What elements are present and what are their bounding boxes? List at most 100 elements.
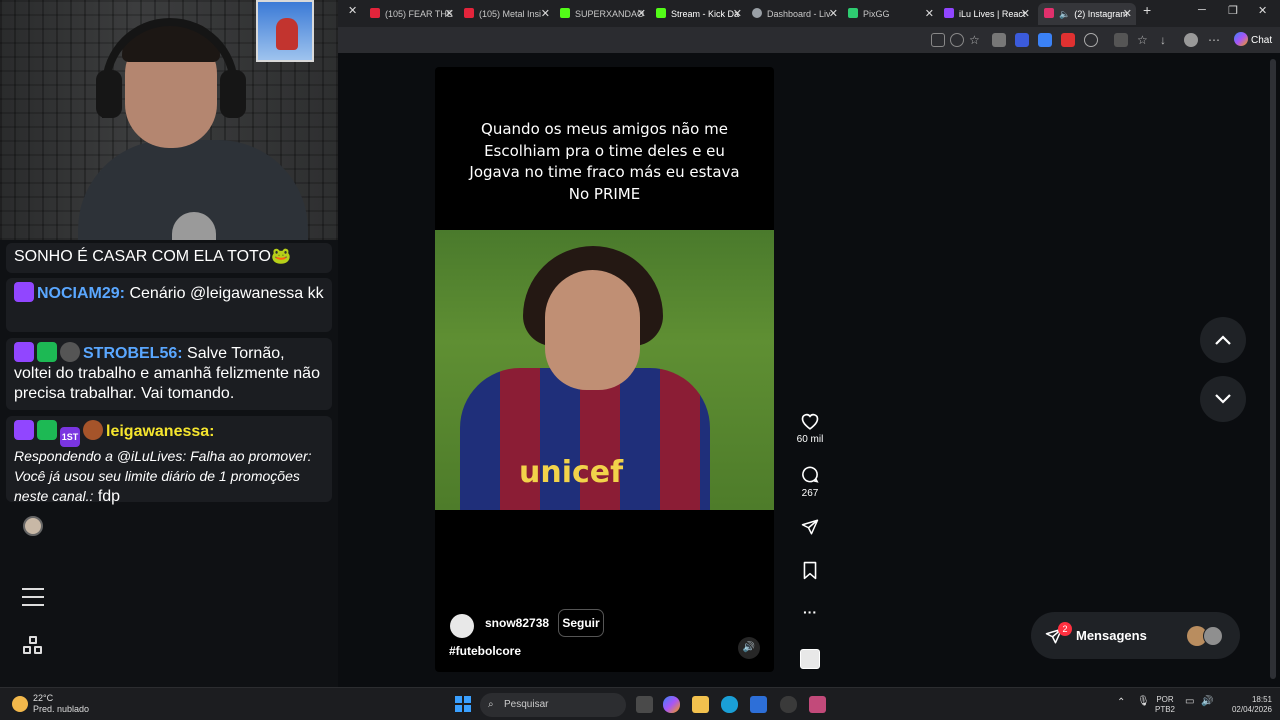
extensions-puzzle-icon[interactable] [1084,33,1098,47]
translate-icon[interactable] [1038,33,1052,47]
speaker-icon[interactable]: 🔈 [1059,9,1070,19]
close-tab-icon[interactable]: ✕ [733,3,742,25]
close-window-icon[interactable]: ✕ [1258,4,1267,17]
screen: SONHO É CASAR COM ELA TOTO🐸 NOCIAM29: Ce… [0,0,1280,720]
browser-tab[interactable]: SUPERXANDAO ✕ [554,3,650,25]
copilot-icon[interactable] [663,696,680,713]
taskbar: 22°C Pred. nublado ⌕ Pesquisar ⌃ 🎙 POR P… [0,687,1280,720]
download-icon[interactable]: ↓ [1160,33,1174,47]
file-explorer-icon[interactable] [692,696,709,713]
instagram-icon [1044,8,1054,18]
avatar [1203,626,1223,646]
tab-label: (2) Instagram [1074,9,1128,19]
more-options-icon[interactable]: ⋯ [1208,33,1222,47]
share-button[interactable] [790,518,830,540]
copilot-icon [1234,32,1248,46]
messages-button[interactable]: 2 Mensagens [1031,612,1240,659]
clock[interactable]: 18:51 02/04/2026 [1222,695,1272,715]
minimize-icon[interactable]: ─ [1198,4,1206,16]
twitch-badge-icon [14,282,34,302]
streaming-app-icon[interactable] [809,696,826,713]
favorites-icon[interactable]: ☆ [1137,33,1151,47]
chat-text: fdp [93,488,121,505]
chevron-up-icon[interactable]: ⌃ [1117,697,1125,708]
profile-avatar-icon[interactable] [1184,33,1198,47]
save-button[interactable] [790,561,830,584]
previous-reel-button[interactable] [1200,317,1246,363]
twitch-badge-icon [14,420,34,440]
maximize-icon[interactable]: ❐ [1228,4,1238,17]
hamburger-menu-icon[interactable] [22,588,44,606]
extension-icon[interactable] [1015,33,1029,47]
windows-start-icon[interactable] [455,696,471,712]
browser-tab-active[interactable]: 🔈 (2) Instagram ✕ [1038,3,1136,25]
next-reel-button[interactable] [1200,376,1246,422]
cloudy-weather-icon [12,696,28,712]
close-tab-icon[interactable]: ✕ [1123,3,1132,25]
avatar[interactable] [450,614,474,638]
browser-tab[interactable]: Dashboard - Liv ✕ [746,3,842,25]
tab-bar: ✕ (105) FEAR THE ✕ (105) Metal Insi ✕ SUPE… [338,0,1280,27]
browser-tab[interactable]: PixGG ✕ [842,3,938,25]
audio-thumbnail[interactable] [800,649,820,669]
split-screen-icon[interactable] [1114,33,1128,47]
reel-username[interactable]: snow82738 [485,616,549,630]
chat-message: SONHO É CASAR COM ELA TOTO🐸 [6,243,332,273]
search-placeholder: Pesquisar [504,699,549,710]
close-tab-icon[interactable]: ✕ [829,3,838,25]
microphone-icon[interactable]: 🎙 [1137,696,1150,707]
new-tab-icon[interactable]: + [1143,2,1151,18]
follow-button[interactable]: Seguir [558,609,604,637]
language-code: POR [1156,695,1174,704]
sub-badge-icon [60,342,80,362]
photos-icon[interactable] [750,696,767,713]
settings-gear-icon[interactable] [780,696,797,713]
video-sponsor-text: unicef [519,455,624,490]
browser-tab[interactable]: (105) Metal Insi ✕ [458,3,554,25]
close-tab-icon[interactable]: ✕ [1021,3,1030,25]
zoom-icon[interactable] [950,33,964,47]
task-view-icon[interactable] [636,696,653,713]
close-tab-icon[interactable]: ✕ [348,4,357,17]
send-icon [801,519,819,535]
close-tab-icon[interactable]: ✕ [445,3,454,25]
time: 18:51 [1251,695,1272,704]
more-options-button[interactable]: ··· [790,604,830,620]
toolbar: ☆ ☆ ↓ ⋯ Chat [338,27,1280,53]
favorite-star-icon[interactable]: ☆ [969,33,983,47]
chat-username: NOCIAM29: [37,285,126,302]
reel-hashtag[interactable]: #futebolcore [449,644,521,658]
tab-label: (105) Metal Insi [479,9,542,19]
scrollbar[interactable] [1266,53,1280,687]
chat-message: NOCIAM29: Cenário @leigawanessa kk [6,278,332,332]
volume-icon[interactable]: 🔊 [1201,696,1213,707]
comment-icon [802,466,819,483]
apps-grid-icon[interactable] [23,636,43,656]
copilot-chat-button[interactable]: Chat [1234,32,1272,46]
close-tab-icon[interactable]: ✕ [541,3,550,25]
reader-icon[interactable] [931,33,945,47]
sword-badge-icon [37,420,57,440]
tab-label: PixGG [863,9,890,19]
comment-count: 267 [801,488,819,499]
extension-icon[interactable] [992,33,1006,47]
reel-player[interactable]: Quando os meus amigos não me Escolhiam p… [435,67,774,672]
keyboard-layout: PTB2 [1155,705,1176,714]
close-tab-icon[interactable]: ✕ [925,3,934,25]
network-icon[interactable]: ▭ [1185,696,1194,707]
like-button[interactable]: 60 mil [790,411,830,445]
tab-label: SUPERXANDAO [575,9,645,19]
taskbar-search[interactable]: ⌕ Pesquisar [480,693,626,717]
chat-message: 1ST leigawanessa: Respondendo a @iLuLives… [6,416,332,505]
twitch-icon [944,8,954,18]
extension-icon[interactable] [1061,33,1075,47]
browser-tab[interactable]: iLu Lives | React ✕ [938,3,1034,25]
volume-icon[interactable]: 🔊 [738,637,760,659]
close-tab-icon[interactable]: ✕ [637,3,646,25]
browser-tab[interactable]: (105) FEAR THE ✕ [364,3,458,25]
comment-button[interactable]: 267 [790,465,830,499]
language-indicator[interactable]: POR PTB2 [1155,695,1175,715]
edge-browser-icon[interactable] [721,696,738,713]
reel-video[interactable]: unicef [435,230,774,510]
browser-tab[interactable]: Stream - Kick Da ✕ [650,3,746,25]
